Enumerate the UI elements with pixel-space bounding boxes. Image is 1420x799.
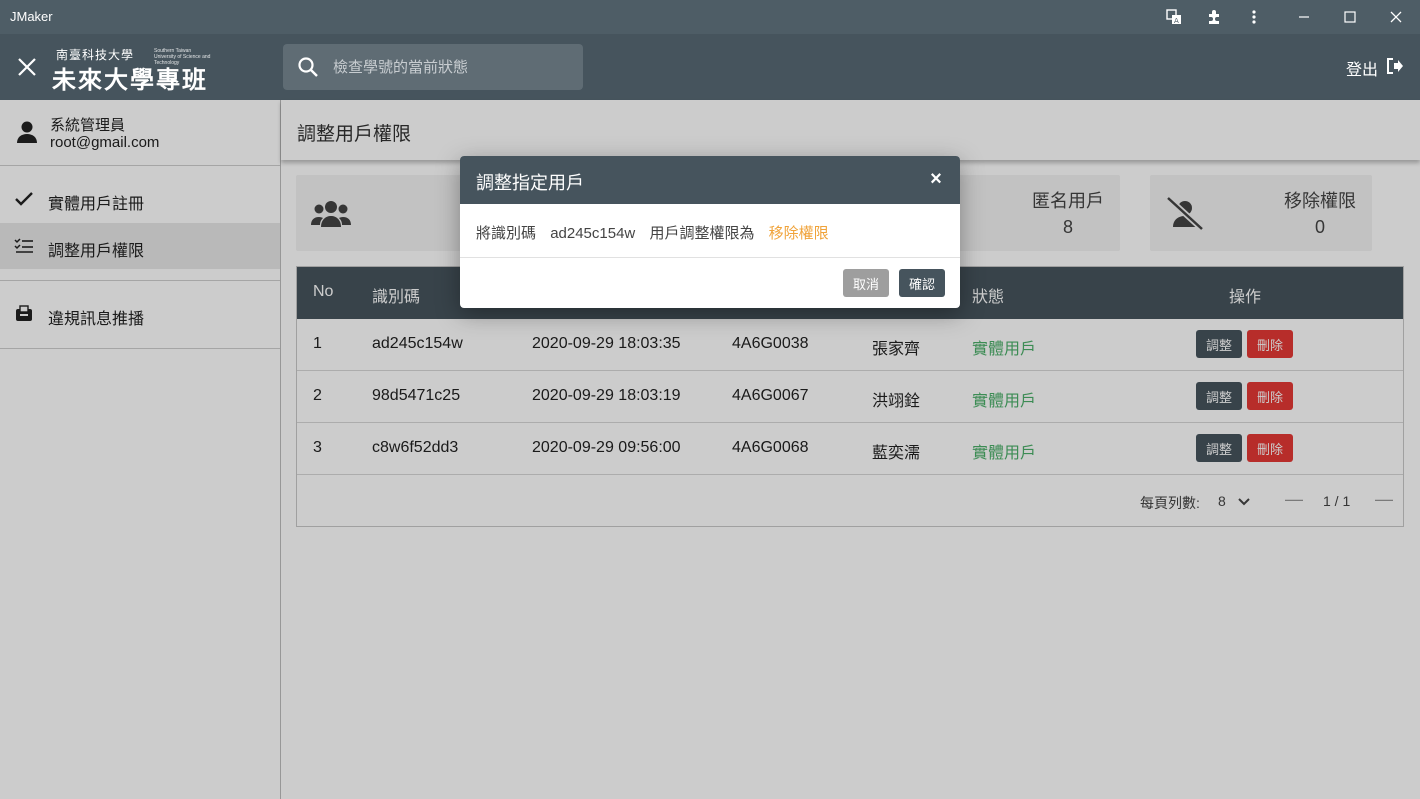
search-input[interactable] [333, 54, 573, 80]
logout-label: 登出 [1345, 62, 1378, 79]
dialog-body: 將識別碼 ad245c154w 用戶調整權限為 移除權限 [460, 204, 960, 258]
extension-icon[interactable] [1203, 7, 1225, 27]
university-logo: 南臺科技大學 Southern Taiwan University of Sci… [52, 44, 212, 94]
search-icon [297, 56, 319, 78]
svg-text:A: A [1174, 17, 1179, 25]
dialog-header: 調整指定用戶 × [460, 156, 960, 204]
msg-target-permission: 移除權限 [768, 225, 829, 242]
translate-icon[interactable]: A [1163, 7, 1185, 27]
logo-big-text: 未來大學專班 [52, 65, 208, 94]
dialog-close-icon[interactable]: × [926, 168, 946, 190]
msg-middle: 用戶調整權限為 [649, 225, 755, 242]
dialog-message: 將識別碼 ad245c154w 用戶調整權限為 移除權限 [476, 222, 839, 243]
dialog-title: 調整指定用戶 [476, 173, 584, 193]
window-title: JMaker [10, 9, 53, 24]
adjust-user-dialog: 調整指定用戶 × 將識別碼 ad245c154w 用戶調整權限為 移除權限 取消… [460, 156, 960, 308]
window-titlebar: JMaker A [0, 0, 1420, 34]
confirm-button[interactable]: 確認 [899, 269, 945, 297]
minimize-icon[interactable] [1293, 7, 1315, 27]
logout-icon [1386, 57, 1404, 79]
close-icon[interactable] [1385, 7, 1407, 27]
close-menu-icon[interactable] [14, 54, 40, 80]
app-header: 南臺科技大學 Southern Taiwan University of Sci… [0, 34, 1420, 100]
msg-prefix: 將識別碼 [476, 225, 537, 242]
search-box [283, 44, 583, 90]
logout-button[interactable]: 登出 [1346, 56, 1404, 80]
cancel-button[interactable]: 取消 [843, 269, 889, 297]
msg-user-id: ad245c154w [550, 225, 636, 242]
maximize-icon[interactable] [1339, 7, 1361, 27]
more-vert-icon[interactable] [1243, 7, 1265, 27]
